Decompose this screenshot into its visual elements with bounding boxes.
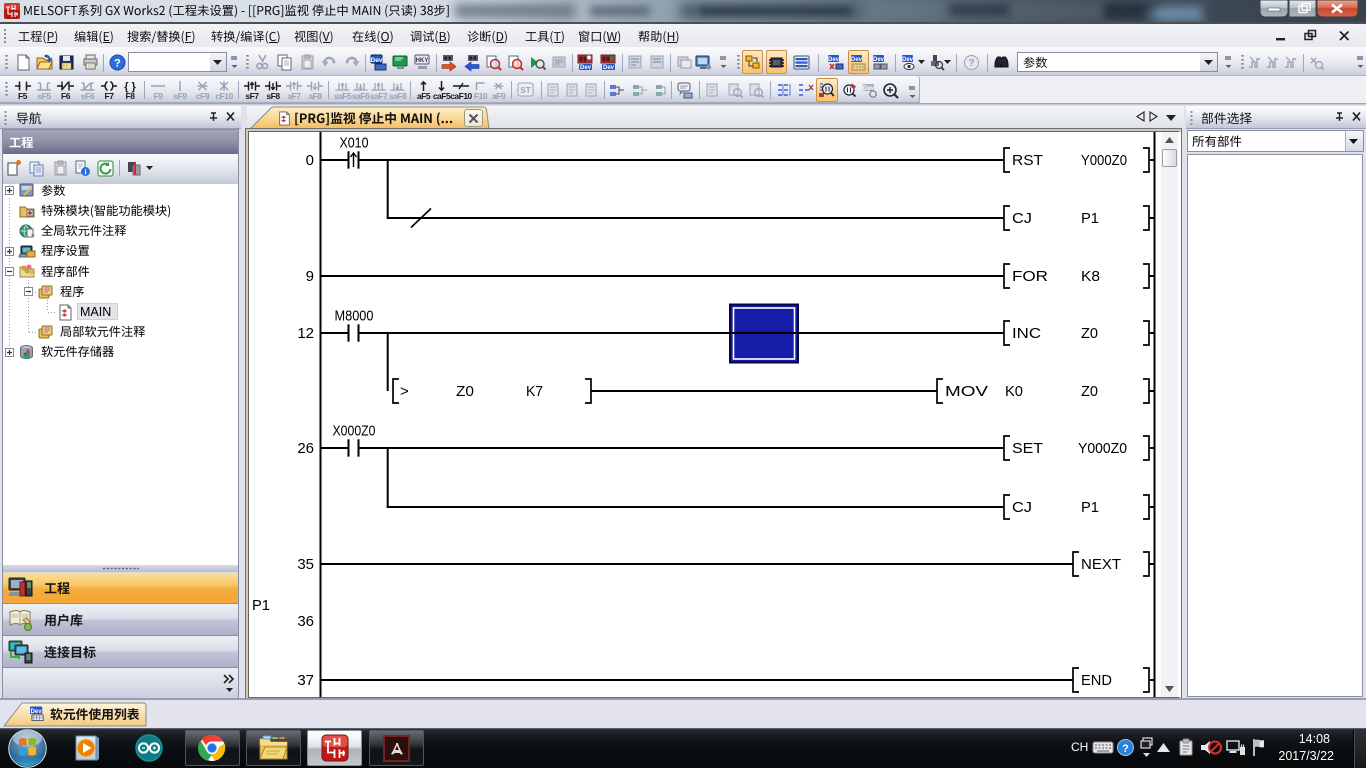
svg-text:P1: P1 <box>1081 499 1099 516</box>
svg-text:P1: P1 <box>1081 210 1099 227</box>
svg-text:?: ? <box>114 58 121 70</box>
svg-text:Dev: Dev <box>828 57 840 63</box>
svg-text:Y000Z0: Y000Z0 <box>1078 440 1127 457</box>
svg-text:K8: K8 <box>1081 268 1100 285</box>
svg-text:X000Z0: X000Z0 <box>333 423 376 440</box>
svg-text:NEXT: NEXT <box>1081 556 1121 573</box>
svg-text:9: 9 <box>306 268 314 285</box>
svg-text:Z0: Z0 <box>1081 325 1098 342</box>
svg-text:M8000: M8000 <box>335 308 374 325</box>
svg-text:K0: K0 <box>1005 383 1023 400</box>
svg-text:26: 26 <box>297 440 314 457</box>
svg-text:END: END <box>1081 672 1112 689</box>
svg-text:Dev: Dev <box>851 57 863 63</box>
svg-text:i: i <box>84 168 86 177</box>
svg-text:P1: P1 <box>252 597 270 614</box>
svg-text:Z0: Z0 <box>1081 383 1098 400</box>
svg-text:Z0: Z0 <box>456 383 474 400</box>
svg-text:Dev: Dev <box>371 57 383 64</box>
svg-text:?: ? <box>968 58 974 69</box>
svg-text:MOV: MOV <box>945 383 988 400</box>
svg-text:ST: ST <box>520 86 530 95</box>
svg-text:RST: RST <box>1012 152 1043 169</box>
svg-text:12: 12 <box>297 325 314 342</box>
svg-text:Dev: Dev <box>580 65 592 71</box>
svg-text:Dev: Dev <box>873 57 885 63</box>
svg-text:HKY: HKY <box>416 58 429 64</box>
svg-text:>: > <box>400 383 409 400</box>
svg-text:?: ? <box>1122 743 1129 755</box>
svg-text:K7: K7 <box>526 383 543 400</box>
svg-text:Y000Z0: Y000Z0 <box>1081 152 1127 169</box>
svg-text:Dev: Dev <box>902 57 914 63</box>
svg-text:35: 35 <box>297 556 314 573</box>
svg-text:Dev: Dev <box>31 708 43 715</box>
svg-text:INC: INC <box>1012 325 1041 342</box>
svg-text:CJ: CJ <box>1012 499 1032 516</box>
svg-text:37: 37 <box>297 672 314 689</box>
svg-text:0: 0 <box>306 152 314 169</box>
svg-text:FOR: FOR <box>1012 268 1048 285</box>
svg-text:X010: X010 <box>340 135 369 152</box>
svg-text:36: 36 <box>297 613 314 630</box>
svg-text:CJ: CJ <box>1012 210 1032 227</box>
svg-text:Dev: Dev <box>603 65 615 71</box>
svg-text:SET: SET <box>1012 440 1043 457</box>
